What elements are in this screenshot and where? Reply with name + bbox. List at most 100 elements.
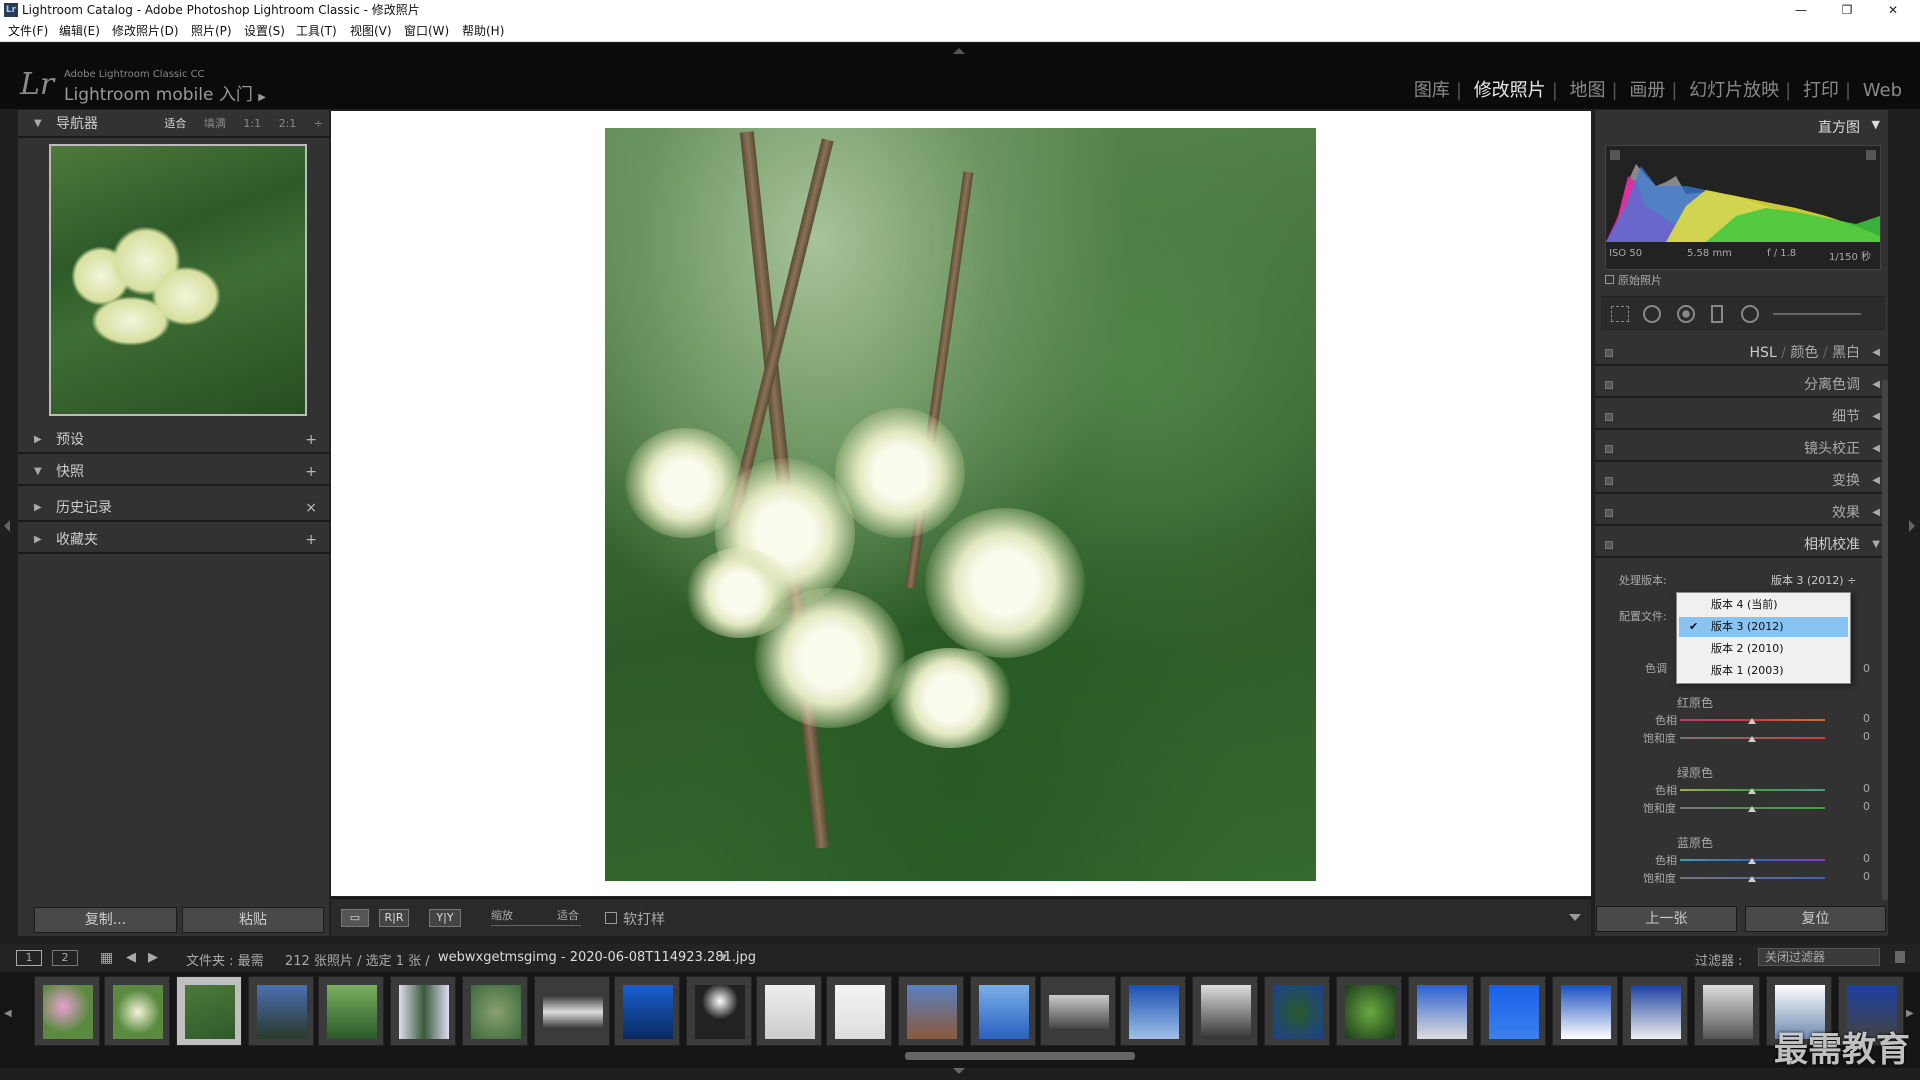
camera-calibration-header[interactable]: 相机校准 ▼ [1595, 532, 1888, 558]
menu-file[interactable]: 文件(F) [8, 20, 48, 42]
green-hue-knob[interactable] [1748, 788, 1756, 794]
navigator-preview[interactable] [49, 144, 307, 416]
module-slideshow[interactable]: 幻灯片放映 [1689, 80, 1779, 101]
right-panel-scrollbar[interactable] [1882, 380, 1888, 900]
zoom-2-1[interactable]: 2:1 [279, 117, 297, 130]
red-eye-icon[interactable] [1677, 305, 1695, 323]
zoom-fill[interactable]: 填满 [204, 117, 226, 130]
lightroom-mobile-link[interactable]: Lightroom mobile 入门 ▶ [64, 80, 266, 105]
blue-sat-knob[interactable] [1748, 876, 1756, 882]
collapse-bottom-icon[interactable] [953, 1068, 965, 1074]
menu-window[interactable]: 窗口(W) [404, 20, 449, 42]
dropdown-option-v3[interactable]: ✔ 版本 3 (2012) [1679, 617, 1848, 637]
original-photo-toggle[interactable]: 原始照片 [1605, 272, 1662, 288]
panel-toggle-icon[interactable] [1605, 349, 1613, 357]
filmstrip-scrollbar[interactable] [905, 1052, 1135, 1060]
highlight-clipping-icon[interactable] [1866, 150, 1876, 160]
red-sat-knob[interactable] [1748, 736, 1756, 742]
reset-button[interactable]: 复位 [1745, 906, 1886, 932]
add-snapshot-icon[interactable]: + [305, 458, 317, 486]
forward-arrow-icon[interactable]: ▶ [148, 950, 158, 965]
module-book[interactable]: 画册 [1629, 80, 1665, 101]
filmstrip-thumb[interactable] [1264, 976, 1330, 1046]
dropdown-option-v1[interactable]: 版本 1 (2003) [1679, 661, 1848, 681]
zoom-slider[interactable] [491, 925, 581, 926]
secondary-window-button[interactable]: 2 [52, 950, 78, 966]
module-map[interactable]: 地图 [1570, 80, 1606, 101]
split-toning-header[interactable]: 分离色调 ◀ [1595, 372, 1888, 398]
main-photo[interactable] [605, 128, 1316, 881]
left-panel-toggle-icon[interactable] [4, 520, 10, 532]
add-preset-icon[interactable]: + [305, 426, 317, 454]
adjustment-brush-icon[interactable] [1773, 313, 1861, 315]
filmstrip-left-arrow-icon[interactable]: ◀ [4, 1008, 12, 1019]
loupe-view-icon[interactable]: ▭ [341, 909, 369, 927]
right-panel-toggle-icon[interactable] [1909, 520, 1915, 532]
module-library[interactable]: 图库 [1414, 80, 1450, 101]
panel-toggle-icon[interactable] [1605, 477, 1613, 485]
panel-toggle-icon[interactable] [1605, 445, 1613, 453]
panel-toggle-icon[interactable] [1605, 509, 1613, 517]
close-icon[interactable]: ✕ [1870, 0, 1916, 20]
tab-color[interactable]: 颜色 [1790, 345, 1818, 361]
zoom-more-icon[interactable]: ÷ [314, 117, 323, 130]
previous-button[interactable]: 上一张 [1596, 906, 1737, 932]
before-after-split-icon[interactable]: Y|Y [429, 909, 461, 927]
filmstrip-right-arrow-icon[interactable]: ▶ [1906, 1008, 1914, 1019]
filmstrip-thumb[interactable] [1120, 976, 1186, 1046]
filmstrip-thumb[interactable] [1040, 976, 1116, 1046]
module-web[interactable]: Web [1863, 80, 1902, 101]
grid-view-icon[interactable]: ▦ [100, 950, 113, 966]
filter-select[interactable]: 关闭过滤器 [1758, 948, 1880, 966]
main-window-button[interactable]: 1 [16, 950, 42, 966]
lens-corrections-header[interactable]: 镜头校正 ◀ [1595, 436, 1888, 462]
filmstrip-thumb[interactable] [104, 976, 170, 1046]
green-sat-knob[interactable] [1748, 806, 1756, 812]
effects-header[interactable]: 效果 ◀ [1595, 500, 1888, 526]
softproof-checkbox[interactable] [605, 912, 617, 924]
filename[interactable]: webwxgetmsgimg - 2020-06-08T114923.281.j… [438, 950, 756, 965]
menu-settings[interactable]: 设置(S) [244, 20, 285, 42]
filmstrip-thumb[interactable] [756, 976, 822, 1046]
minimize-icon[interactable]: — [1778, 0, 1824, 20]
tab-bw[interactable]: 黑白 [1832, 345, 1860, 361]
presets-header[interactable]: ▶ 预设 + [18, 426, 329, 454]
filmstrip-thumb[interactable] [1622, 976, 1688, 1046]
copy-button[interactable]: 复制... [34, 907, 177, 933]
filmstrip-thumb[interactable] [462, 976, 528, 1046]
zoom-1-1[interactable]: 1:1 [243, 117, 261, 130]
blue-hue-knob[interactable] [1748, 858, 1756, 864]
filmstrip-thumb[interactable] [1694, 976, 1760, 1046]
filmstrip-thumb[interactable] [1408, 976, 1474, 1046]
filmstrip-thumb[interactable] [318, 976, 384, 1046]
shadow-clipping-icon[interactable] [1610, 150, 1620, 160]
filmstrip-thumb[interactable] [1552, 976, 1618, 1046]
radial-filter-icon[interactable] [1741, 305, 1759, 323]
hsl-header[interactable]: HSL / 颜色 / 黑白 ◀ [1595, 340, 1888, 366]
restore-icon[interactable]: ❐ [1824, 0, 1870, 20]
collapse-top-icon[interactable] [953, 48, 965, 54]
process-select[interactable]: 版本 3 (2012) ÷ [1771, 572, 1856, 588]
filmstrip-thumb[interactable] [614, 976, 680, 1046]
panel-toggle-icon[interactable] [1605, 541, 1613, 549]
filter-lock-icon[interactable] [1895, 951, 1905, 963]
filmstrip-thumb[interactable] [826, 976, 892, 1046]
panel-toggle-icon[interactable] [1605, 381, 1613, 389]
clear-history-icon[interactable]: × [305, 494, 317, 522]
panel-toggle-icon[interactable] [1605, 413, 1613, 421]
spot-removal-icon[interactable] [1643, 305, 1661, 323]
before-after-icon[interactable]: R|R [379, 909, 409, 927]
dropdown-option-v2[interactable]: 版本 2 (2010) [1679, 639, 1848, 659]
filmstrip-thumb[interactable] [390, 976, 456, 1046]
filmstrip-thumb[interactable] [248, 976, 314, 1046]
filmstrip-thumb[interactable] [534, 976, 610, 1046]
graduated-filter-icon[interactable] [1711, 305, 1723, 323]
filmstrip-thumb[interactable] [1480, 976, 1546, 1046]
tab-hsl[interactable]: HSL [1750, 345, 1777, 361]
detail-header[interactable]: 细节 ◀ [1595, 404, 1888, 430]
toolbar-menu-icon[interactable] [1569, 914, 1581, 921]
menu-tools[interactable]: 工具(T) [296, 20, 337, 42]
collections-header[interactable]: ▶ 收藏夹 + [18, 526, 329, 554]
back-arrow-icon[interactable]: ◀ [126, 950, 136, 965]
filmstrip-thumb-selected[interactable] [176, 976, 242, 1046]
